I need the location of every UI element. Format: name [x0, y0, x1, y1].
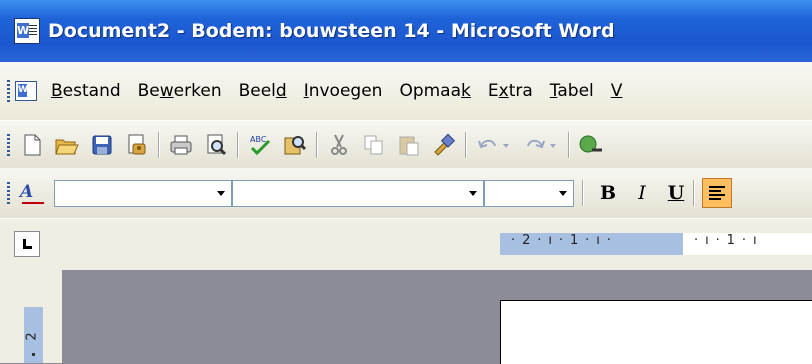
hyperlink-icon[interactable]: [578, 132, 604, 158]
undo-icon[interactable]: [475, 132, 513, 158]
toolbar-separator: [158, 132, 159, 158]
toolbar-grip[interactable]: [7, 134, 10, 156]
menu-beeld[interactable]: Beeld: [239, 81, 287, 101]
font-select[interactable]: [232, 179, 484, 207]
toolbar-separator: [237, 132, 238, 158]
cut-icon[interactable]: [326, 132, 352, 158]
paste-icon[interactable]: [396, 132, 422, 158]
title-bar[interactable]: W Document2 - Bodem: bouwsteen 14 - Micr…: [0, 0, 812, 62]
toolbar-separator: [316, 132, 317, 158]
chevron-down-icon[interactable]: [552, 180, 573, 206]
toolbar-separator: [582, 180, 583, 206]
style-select[interactable]: [54, 179, 232, 207]
styles-and-formatting-icon[interactable]: A: [20, 180, 48, 206]
save-icon[interactable]: [89, 132, 115, 158]
toolbar-separator: [693, 180, 694, 206]
chevron-down-icon[interactable]: [462, 180, 483, 206]
ruler-left-labels: · 2 · ı · 1 · ı ·: [511, 233, 613, 248]
vertical-ruler-label: 2: [24, 332, 40, 341]
menu-bewerken[interactable]: Bewerken: [138, 81, 222, 101]
tab-selector-icon[interactable]: [14, 231, 40, 257]
font-size-select[interactable]: [484, 179, 574, 207]
underline-button[interactable]: U: [667, 182, 685, 204]
document-menu-icon[interactable]: W: [15, 81, 37, 101]
toolbar-grip[interactable]: [7, 182, 10, 204]
horizontal-ruler[interactable]: · 2 · ı · 1 · ı · · ı · 1 · ı: [0, 218, 812, 271]
print-preview-icon[interactable]: [203, 132, 229, 158]
window-title: Document2 - Bodem: bouwsteen 14 - Micros…: [48, 20, 615, 42]
bold-button[interactable]: B: [599, 182, 617, 204]
ruler-right-labels: · ı · 1 · ı: [694, 233, 758, 248]
italic-button[interactable]: I: [633, 182, 651, 204]
permission-icon[interactable]: [124, 132, 150, 158]
menu-bar: W Bestand Bewerken Beeld Invoegen Opmaak…: [0, 62, 812, 120]
print-icon[interactable]: [168, 132, 194, 158]
toolbar-separator: [568, 132, 569, 158]
align-left-button[interactable]: [702, 178, 732, 208]
redo-icon[interactable]: [522, 132, 560, 158]
svg-text:ABC: ABC: [250, 135, 267, 144]
toolbar-grip[interactable]: [7, 80, 10, 102]
menu-tabel[interactable]: Tabel: [550, 81, 594, 101]
menu-invoegen[interactable]: Invoegen: [304, 81, 383, 101]
word-document-icon[interactable]: W: [14, 18, 40, 44]
spelling-icon[interactable]: ABC: [247, 132, 273, 158]
formatting-toolbar: A B I U: [0, 168, 812, 218]
format-painter-icon[interactable]: [431, 132, 457, 158]
menu-venster[interactable]: V: [611, 81, 623, 101]
new-document-icon[interactable]: [19, 132, 45, 158]
research-icon[interactable]: [282, 132, 308, 158]
menu-extra[interactable]: Extra: [488, 81, 533, 101]
menu-opmaak[interactable]: Opmaak: [399, 81, 470, 101]
menu-bestand[interactable]: Bestand: [51, 81, 121, 101]
toolbar-separator: [465, 132, 466, 158]
chevron-down-icon[interactable]: [210, 180, 231, 206]
copy-icon[interactable]: [361, 132, 387, 158]
ruler-tick: [32, 353, 35, 356]
open-folder-icon[interactable]: [54, 132, 80, 158]
document-page[interactable]: [500, 300, 812, 364]
vertical-ruler[interactable]: 2: [24, 307, 43, 363]
standard-toolbar: ABC: [0, 120, 812, 169]
